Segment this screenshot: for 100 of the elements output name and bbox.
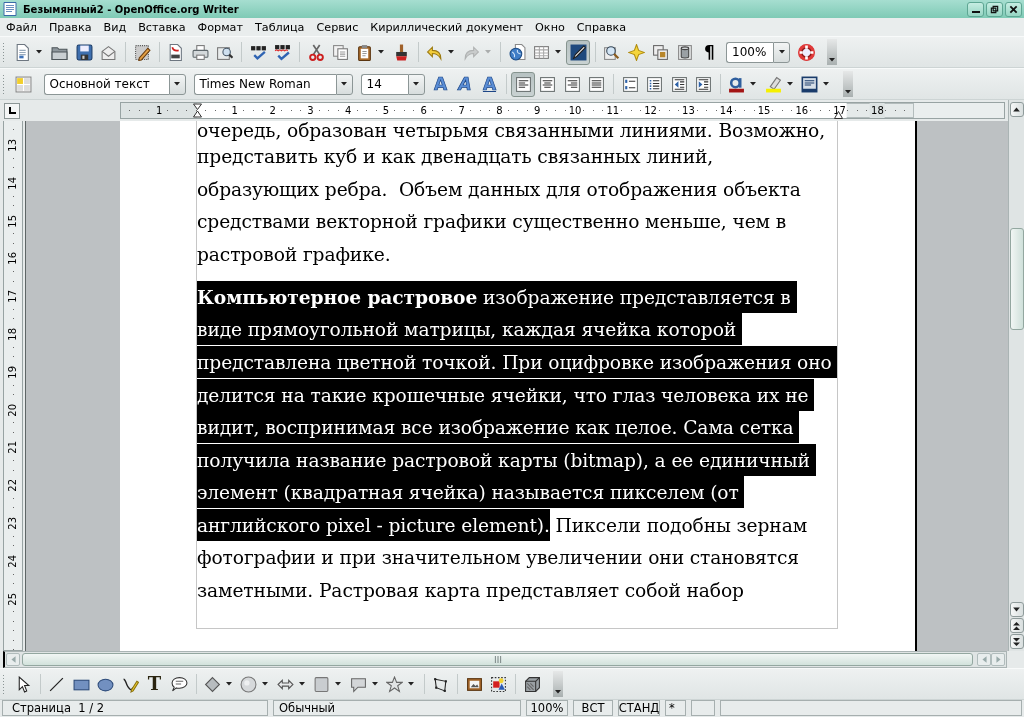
caret-icon [36,50,42,54]
align-center-icon [539,75,556,93]
font-color-icon [728,75,745,93]
caret-icon [174,82,180,86]
text-line: очередь, образован четырьмя связанными линиями. Возможно, [197,121,826,141]
minimize-icon [971,10,980,13]
menu-item[interactable]: Таблица [249,20,311,34]
menu-item[interactable]: Кириллический документ [364,20,530,34]
status-field: Обычный [273,700,521,716]
indent-marker-icon[interactable] [192,103,202,118]
polygon-points-icon [432,675,449,693]
menu-item[interactable]: Вид [97,20,133,34]
tab-left-icon [7,105,17,116]
paragraph-style-field[interactable]: Основной текст [43,73,169,95]
status-field: СТАНД [618,700,660,716]
shapes-icon [490,675,507,693]
caret-icon [371,682,378,686]
caret-icon [844,90,851,94]
double-up-arrow-icon [1013,621,1020,630]
line-icon [48,675,65,693]
caret-icon [778,50,785,54]
diamond-icon [203,675,221,693]
menu-item[interactable]: Справка [570,20,633,34]
restore-button[interactable] [986,1,1003,17]
formatting-marks-button[interactable]: ¶ [697,39,722,65]
status-field: ВСТ [573,700,613,716]
caret-icon [335,682,341,686]
styles-grid-icon [14,75,32,93]
status-field: 100% [526,700,568,716]
caret-icon [413,82,419,86]
decrease-indent-icon [670,75,688,93]
caret-icon [225,682,232,686]
zoom-field[interactable]: 100% [726,41,773,63]
menu-item[interactable]: Правка [42,20,98,34]
window-title: Безымянный2 - OpenOffice.org Writer [23,3,239,15]
caret-icon [378,50,384,54]
caret-icon [750,82,756,86]
drag-handle-icon[interactable] [2,674,6,694]
speech-bubble-icon [349,675,367,693]
highlighter-icon [764,75,782,93]
caret-icon [408,682,414,686]
ruler-number: 18 [870,103,885,118]
background-color-icon [801,75,818,93]
caret-icon [448,50,454,54]
document-icon [2,1,18,17]
scroll-down-button[interactable] [1009,602,1024,617]
font-name-field[interactable]: Times New Roman [193,73,336,95]
increase-indent-icon [695,75,712,93]
scrollbar-thumb[interactable] [22,653,973,666]
left-arrow-icon [10,656,16,663]
minimize-button[interactable] [967,1,984,17]
paragraph: представить куб и как двенадцать связанных линий, образующих ребра. Объем данных для отображения объекта средствами векторной графики существенно меньше, чем в растровой графике. [197,145,802,267]
align-left-icon [514,75,532,93]
status-field: * [665,700,686,716]
caret-icon [828,58,835,62]
menu-item[interactable]: Окно [529,20,571,34]
align-left-button[interactable] [511,71,535,97]
dropdown-button[interactable] [773,41,790,63]
status-field: Страница 1 / 2 [2,700,268,716]
bulleted-list-icon [646,75,663,93]
previous-page-button[interactable] [1009,618,1024,633]
justify-icon [588,75,605,93]
horizontal-scrollbar[interactable] [3,651,1007,668]
menu-item[interactable]: Формат [191,20,249,34]
menu-item[interactable]: Файл [0,20,43,34]
close-button[interactable] [1005,1,1022,17]
toolbar-overflow-button[interactable] [842,71,853,97]
vertical-scrollbar[interactable] [1008,100,1024,651]
menu-item[interactable]: Вставка [132,20,192,34]
double-down-arrow-icon [1013,637,1020,646]
caret-icon [262,682,268,686]
right-arrow-icon [995,656,1001,663]
up-arrow-icon [1013,107,1020,112]
restore-icon [990,4,999,14]
numbered-list-icon [621,75,639,93]
circle-icon [240,675,257,693]
menu-item[interactable]: Сервис [310,20,365,34]
align-right-icon [563,75,581,93]
down-arrow-icon [1013,607,1020,612]
scroll-up-button[interactable] [1009,102,1024,117]
picture-frame-icon [465,675,483,693]
caret-icon [341,82,347,86]
drag-handle-icon[interactable] [2,74,6,94]
left-arrow-icon [981,656,987,663]
close-icon [1009,4,1018,14]
drag-handle-icon[interactable] [2,42,6,62]
font-size-field[interactable]: 14 [360,73,408,95]
next-page-button[interactable] [1009,634,1024,649]
square-icon [313,675,330,693]
star-icon [386,675,403,693]
grip-icon [493,656,502,663]
toolbar-overflow-button[interactable] [826,39,837,65]
scrollbar-thumb[interactable] [1009,228,1024,330]
text-button[interactable]: T [142,671,167,697]
caret-icon [484,50,491,54]
tab-stop-button[interactable] [4,102,20,119]
toolbar-overflow-button[interactable] [552,671,563,697]
caret-icon [298,682,305,686]
caret-icon [786,82,793,86]
caret-icon [823,82,829,86]
